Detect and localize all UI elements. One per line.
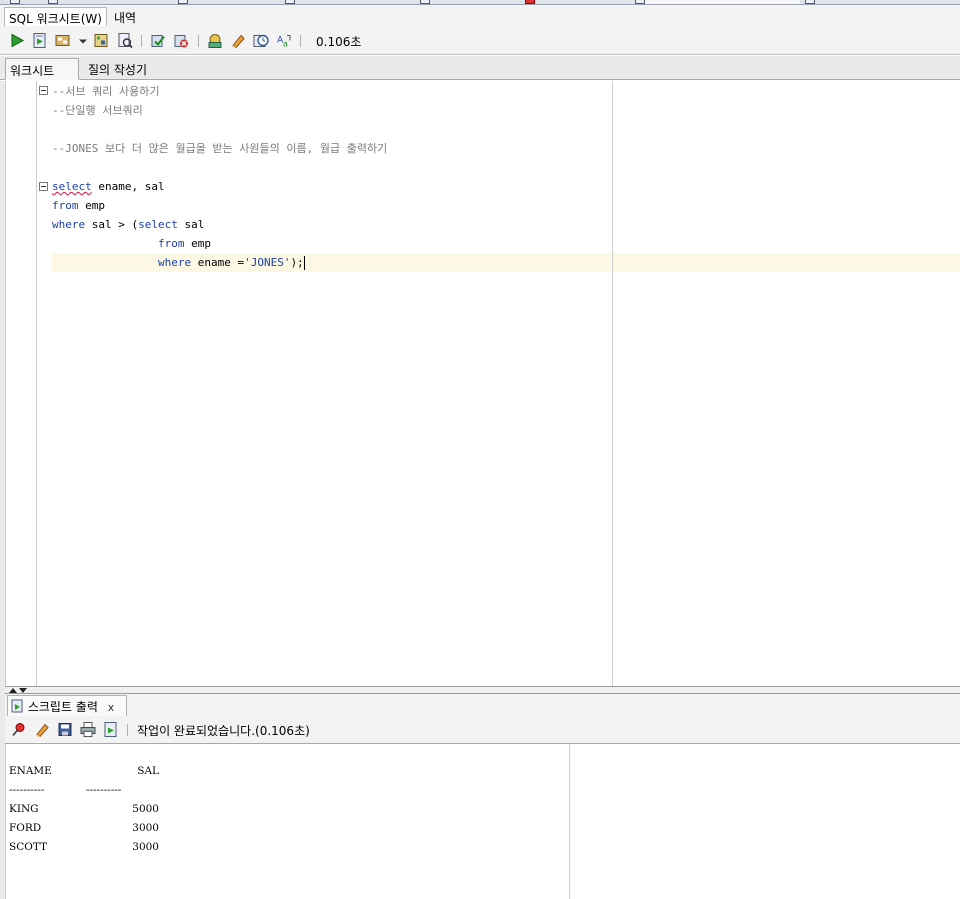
code-line: where ename ='JONES');	[52, 253, 305, 272]
explain-plan-icon[interactable]	[94, 32, 110, 49]
toolbar-separator	[141, 35, 142, 47]
tab-worksheet[interactable]: 워크시트	[5, 58, 79, 80]
sql-text: ename =	[191, 256, 245, 269]
sql-text: sal	[177, 218, 205, 231]
dropdown-arrow-icon[interactable]	[78, 32, 88, 49]
sql-file-icon	[48, 0, 58, 4]
toolbar-separator	[127, 724, 128, 736]
svg-text:a: a	[283, 40, 288, 49]
clear-icon[interactable]	[230, 32, 246, 49]
sql-keyword: select	[52, 180, 92, 193]
expand-down-icon[interactable]	[19, 688, 27, 693]
execution-time-label: 0.106초	[316, 35, 362, 49]
output-cell-ename: KING	[9, 803, 39, 815]
output-cell-sal: 3000	[132, 841, 159, 853]
history-icon[interactable]	[253, 32, 269, 49]
output-tabs: 스크립트 출력 x	[5, 694, 960, 716]
worksheet-tabs: 워크시트 질의 작성기	[0, 56, 960, 80]
code-line: --JONES 보다 더 많은 월급을 받는 사원들의 이름, 월급 출력하기	[52, 139, 387, 158]
editor-gutter-divider	[36, 81, 37, 686]
code-line: where sal > (select sal	[52, 215, 204, 234]
sql-text: emp	[184, 237, 211, 250]
output-cell-sal: 3000	[132, 822, 159, 834]
code-line: from emp	[52, 234, 211, 253]
script-output-tab-label: 스크립트 출력	[27, 700, 98, 714]
sql-text: ename, sal	[91, 180, 165, 193]
sql-file-icon	[420, 0, 430, 4]
sql-comment: --JONES 보다 더 많은 월급을 받는 사원들의 이름, 월급 출력하기	[52, 142, 388, 155]
sql-keyword: from	[157, 237, 185, 250]
tab-script-output[interactable]: 스크립트 출력 x	[7, 695, 127, 716]
output-cell-ename: ----------	[9, 784, 45, 796]
sql-keyword: where	[157, 256, 192, 269]
sql-string: 'JONES'	[244, 256, 291, 269]
worksheet-toolbar: Aa 0.106초	[0, 27, 960, 55]
expand-up-icon[interactable]	[9, 688, 17, 693]
sql-keyword: select	[138, 218, 178, 231]
fold-collapse-icon[interactable]	[39, 182, 48, 191]
sql-file-icon	[285, 0, 295, 4]
code-line: --단일행 서브쿼리	[52, 101, 143, 120]
autotrace-icon[interactable]	[55, 32, 71, 49]
sql-tuning-icon[interactable]	[117, 32, 133, 49]
output-data-row: KING 5000	[9, 800, 159, 819]
sql-keyword: where	[52, 218, 86, 231]
sql-editor[interactable]: --서브 쿼리 사용하기 --단일행 서브쿼리 --JONES 보다 더 많은 월급…	[5, 81, 960, 686]
commit-icon[interactable]	[150, 32, 166, 49]
output-toolbar: 작업이 완료되었습니다.(0.106초)	[5, 716, 960, 744]
output-cell-sal: 5000	[132, 803, 159, 815]
sub-tabs: SQL 워크시트(W) 내역	[0, 5, 960, 27]
tab-query-builder[interactable]: 질의 작성기	[84, 58, 151, 80]
tab-history[interactable]: 내역	[110, 7, 140, 26]
unshared-sql-icon[interactable]	[207, 32, 223, 49]
toolbar-separator	[198, 35, 199, 47]
code-line: select ename, sal	[52, 177, 165, 196]
format-icon[interactable]: Aa	[276, 32, 292, 49]
code-line: --서브 쿼리 사용하기	[52, 82, 159, 101]
output-divider	[569, 744, 570, 899]
output-cell-sal: SAL	[137, 765, 159, 777]
output-data-row: FORD 3000	[9, 819, 159, 838]
output-cell-sal: ----------	[86, 784, 122, 796]
task-status-message: 작업이 완료되었습니다.(0.106초)	[137, 724, 310, 738]
output-data-row: SCOTT 3000	[9, 838, 159, 857]
run-statement-icon[interactable]	[9, 32, 25, 49]
tab-sql-worksheet[interactable]: SQL 워크시트(W)	[4, 7, 107, 26]
output-separator-row: ---------- ----------	[9, 781, 121, 800]
rollback-icon[interactable]	[173, 32, 189, 49]
editor-output-splitter[interactable]	[5, 686, 960, 694]
code-line: from emp	[52, 196, 105, 215]
sql-comment: --단일행 서브쿼리	[52, 104, 143, 117]
clear-output-icon[interactable]	[34, 721, 50, 738]
print-icon[interactable]	[80, 721, 96, 738]
sql-file-icon	[10, 0, 20, 4]
sql-file-icon	[635, 0, 645, 4]
sql-file-icon	[178, 0, 188, 4]
sql-text: );	[290, 256, 304, 269]
script-output-area[interactable]: ENAME SAL ---------- ---------- KING 5000 FORD…	[5, 744, 960, 899]
pin-icon[interactable]	[11, 721, 27, 738]
script-output-icon	[11, 699, 23, 713]
save-icon[interactable]	[57, 721, 73, 738]
toolbar-separator	[300, 35, 301, 47]
table-icon	[525, 0, 535, 4]
output-cell-ename: SCOTT	[9, 841, 48, 853]
fold-collapse-icon[interactable]	[39, 86, 48, 95]
output-cell-ename: FORD	[9, 822, 42, 834]
run-script-icon[interactable]	[32, 32, 48, 49]
sql-comment: --서브 쿼리 사용하기	[52, 85, 160, 98]
output-header-row: ENAME SAL	[9, 762, 159, 781]
sql-keyword: from	[52, 199, 79, 212]
sql-text: emp	[78, 199, 105, 212]
run-script-output-icon[interactable]	[103, 721, 119, 738]
sql-text: sal > (	[85, 218, 139, 231]
text-caret	[303, 256, 305, 270]
output-cell-ename: ENAME	[9, 765, 52, 777]
grid-icon	[805, 0, 815, 4]
editor-right-margin	[612, 81, 613, 686]
close-tab-button[interactable]: x	[108, 701, 115, 714]
